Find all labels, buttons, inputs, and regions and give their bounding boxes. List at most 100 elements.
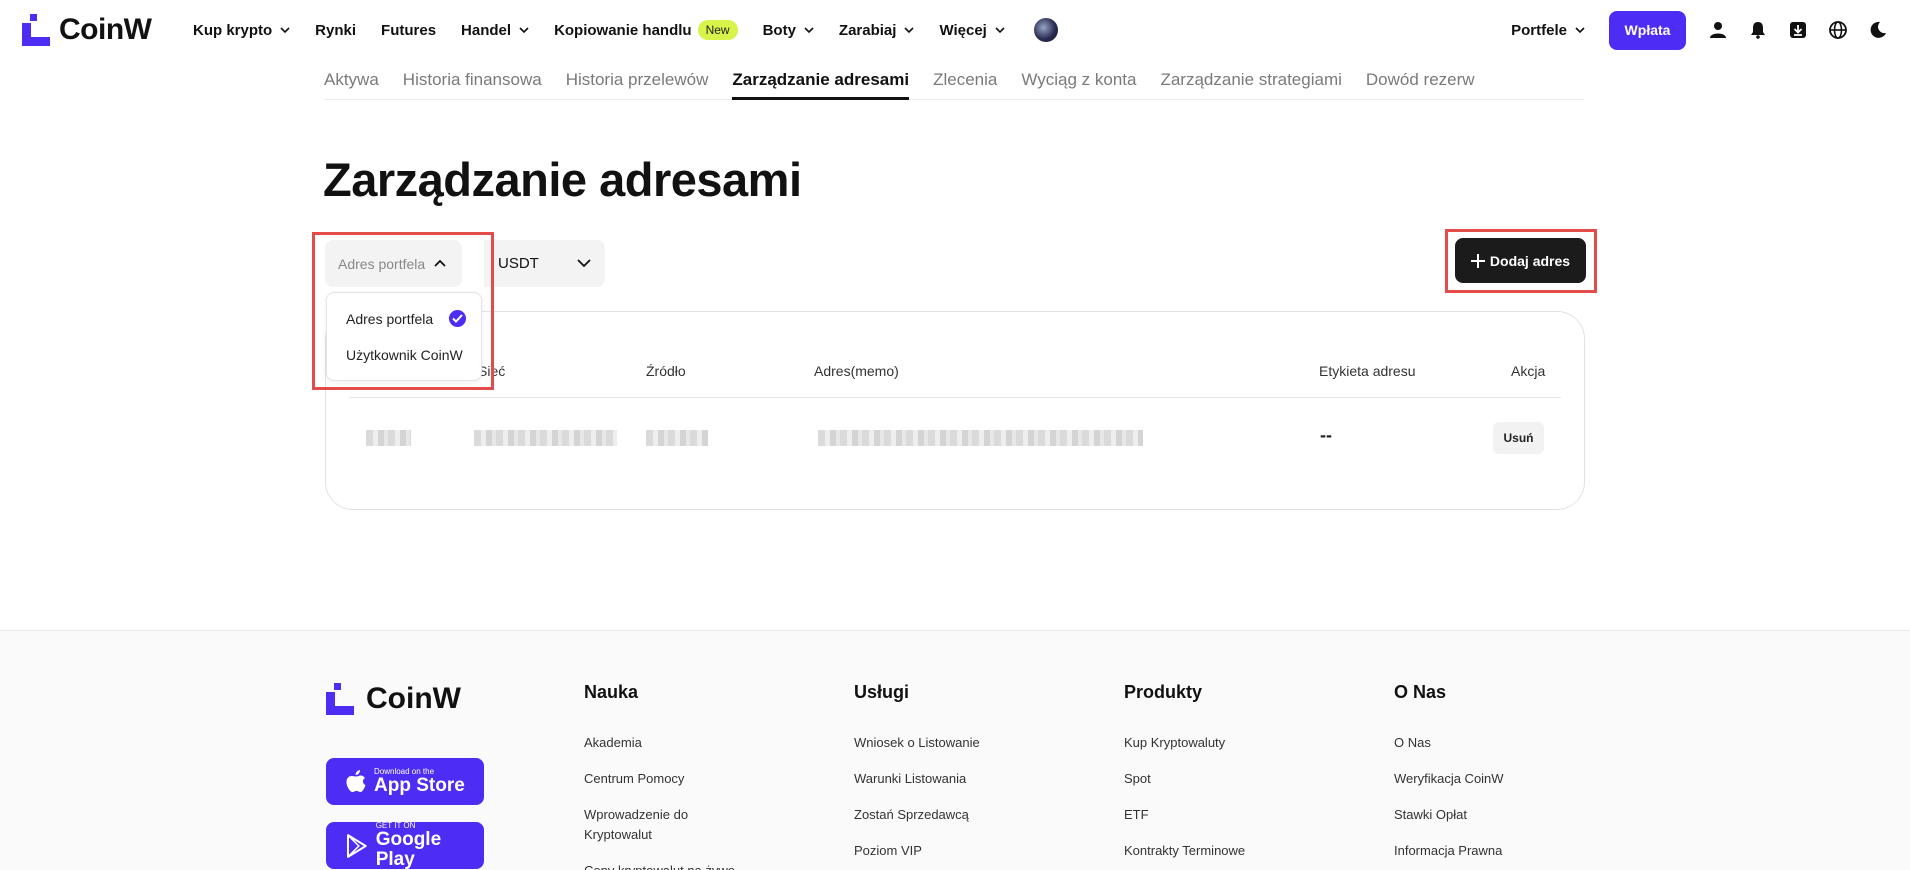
address-type-value: Adres portfela [338,255,426,272]
chevron-up-icon [434,259,446,267]
address-type-dropdown: Adres portfela Użytkownik CoinW [326,292,482,381]
footer-column-uslugi: Usługi Wniosek o Listowanie Warunki List… [854,682,1029,870]
footer-link[interactable]: Centrum Pomocy [584,769,759,789]
tab-wyciag-z-konta[interactable]: Wyciąg z konta [1021,60,1136,100]
redacted-source [646,430,708,446]
nav-label: Kopiowanie handlu [554,21,692,39]
chevron-down-icon [904,27,915,34]
google-play-text: GET IT ON Google Play [376,821,484,870]
footer-column-title: Usługi [854,682,910,702]
new-badge: New [697,20,738,40]
deposit-button[interactable]: Wpłata [1609,10,1686,50]
header-actions: Portfele Wpłata [1511,0,1910,60]
footer-link[interactable]: Weryfikacja CoinW [1394,769,1569,789]
nav-label: Więcej [939,21,987,39]
account-subnav: Aktywa Historia finansowa Historia przel… [324,60,1584,100]
footer-link[interactable]: Wniosek o Listowanie [854,733,1029,753]
footer-link[interactable]: Akademia [584,733,759,753]
tab-zarzadzanie-strategiami[interactable]: Zarządzanie strategiami [1160,60,1341,100]
footer-link[interactable]: ETF [1124,805,1299,825]
footer-column-produkty: Produkty Kup Kryptowaluty Spot ETF Kontr… [1124,682,1299,870]
google-play-big: Google Play [375,829,442,870]
download-icon[interactable] [1788,20,1808,40]
tab-zarzadzanie-adresami[interactable]: Zarządzanie adresami [732,60,909,100]
nav-rynki[interactable]: Rynki [315,22,356,39]
nav-kopiowanie-handlu[interactable]: Kopiowanie handlu New [554,20,738,40]
footer-column-nauka: Nauka Akademia Centrum Pomocy Wprowadzen… [584,682,759,870]
footer-link[interactable]: Poziom VIP [854,841,1029,861]
add-address-button[interactable]: Dodaj adres [1455,238,1586,283]
tab-dowod-rezerw[interactable]: Dowód rezerw [1366,60,1475,100]
column-header-action: Akcja [1511,363,1546,379]
chevron-down-icon [280,27,290,34]
app-store-text: Download on the App Store [374,767,465,796]
app-store-big: App Store [374,775,465,796]
tab-historia-finansowa[interactable]: Historia finansowa [403,60,542,100]
footer-link[interactable]: Ceny kryptowalut na żywo [584,861,759,870]
user-icon[interactable] [1708,20,1728,40]
footer: CoinW Download on the App Store GET IT O… [0,630,1910,870]
footer-link[interactable]: Informacja Prawna [1394,841,1569,861]
wallets-menu[interactable]: Portfele [1511,22,1585,39]
nav-label: Rynki [315,21,357,39]
footer-link[interactable]: Spot [1124,769,1299,789]
address-label-value: -- [1320,425,1332,445]
option-uzytkownik-coinw[interactable]: Użytkownik CoinW [346,347,463,363]
table-header-divider [349,397,1561,398]
coinw-logo-icon [326,683,354,715]
column-header-label: Etykieta adresu [1319,363,1416,379]
footer-link[interactable]: Kup Kryptowaluty [1124,733,1299,753]
redacted-address [818,430,1143,446]
nav-boty[interactable]: Boty [763,22,814,39]
address-type-select[interactable]: Adres portfela [325,240,462,287]
avatar[interactable] [1033,18,1058,42]
footer-link[interactable]: Zostań Sprzedawcą [854,805,1029,825]
tab-historia-przelewow[interactable]: Historia przelewów [566,60,709,100]
google-play-button[interactable]: GET IT ON Google Play [326,821,484,870]
footer-link[interactable]: Kontrakty Terminowe [1124,841,1299,861]
delete-button[interactable]: Usuń [1493,422,1544,454]
footer-link[interactable]: Stawki Opłat [1394,805,1569,825]
chevron-down-icon [804,27,814,34]
bell-icon[interactable] [1748,20,1768,40]
coinw-logo-icon [22,14,50,46]
coin-value: USDT [498,255,539,272]
address-table: Sieć Źródło Adres(memo) Etykieta adresu … [325,311,1585,510]
chevron-down-icon [1575,27,1585,34]
footer-link[interactable]: O Nas [1394,733,1569,753]
globe-icon[interactable] [1828,20,1848,40]
footer-logo-text: CoinW [366,682,461,715]
plus-icon [1470,253,1485,268]
nav-wiecej[interactable]: Więcej [939,21,1005,39]
column-header-source: Źródło [646,363,686,379]
chevron-down-icon [577,259,591,268]
footer-link[interactable]: Warunki Listowania [854,769,1029,789]
coinw-logo[interactable]: CoinW [22,13,152,47]
nav-zarabiaj[interactable]: Zarabiaj [839,22,915,39]
tab-zlecenia[interactable]: Zlecenia [933,60,997,100]
app-store-button[interactable]: Download on the App Store [326,758,484,805]
column-header-network: Sieć [478,363,506,379]
moon-icon[interactable] [1868,20,1888,40]
nav-label: Kup krypto [193,21,273,39]
checkmark-icon [449,310,466,327]
nav-handel[interactable]: Handel [461,22,529,39]
footer-column-o-nas: O Nas O Nas Weryfikacja CoinW Stawki Opł… [1394,682,1569,870]
google-play-icon [346,833,367,858]
nav-label: Boty [762,21,796,39]
coin-select[interactable]: USDT [484,240,605,287]
option-adres-portfela[interactable]: Adres portfela [346,311,433,327]
top-header: CoinW Kup krypto Rynki Futures Handel Ko… [0,0,1910,60]
chevron-down-icon [519,27,529,34]
redacted-coin [366,430,411,446]
nav-kup-krypto[interactable]: Kup krypto [193,22,290,39]
footer-logo[interactable]: CoinW [326,682,461,716]
tab-aktywa[interactable]: Aktywa [324,60,379,100]
nav-label: Futures [381,21,437,39]
footer-column-title: Produkty [1124,682,1203,702]
chevron-down-icon [995,27,1005,34]
add-address-label: Dodaj adres [1489,252,1571,269]
nav-futures[interactable]: Futures [381,22,436,39]
footer-link[interactable]: Wprowadzenie do Kryptowalut [584,805,714,845]
page-title: Zarządzanie adresami [323,153,802,206]
